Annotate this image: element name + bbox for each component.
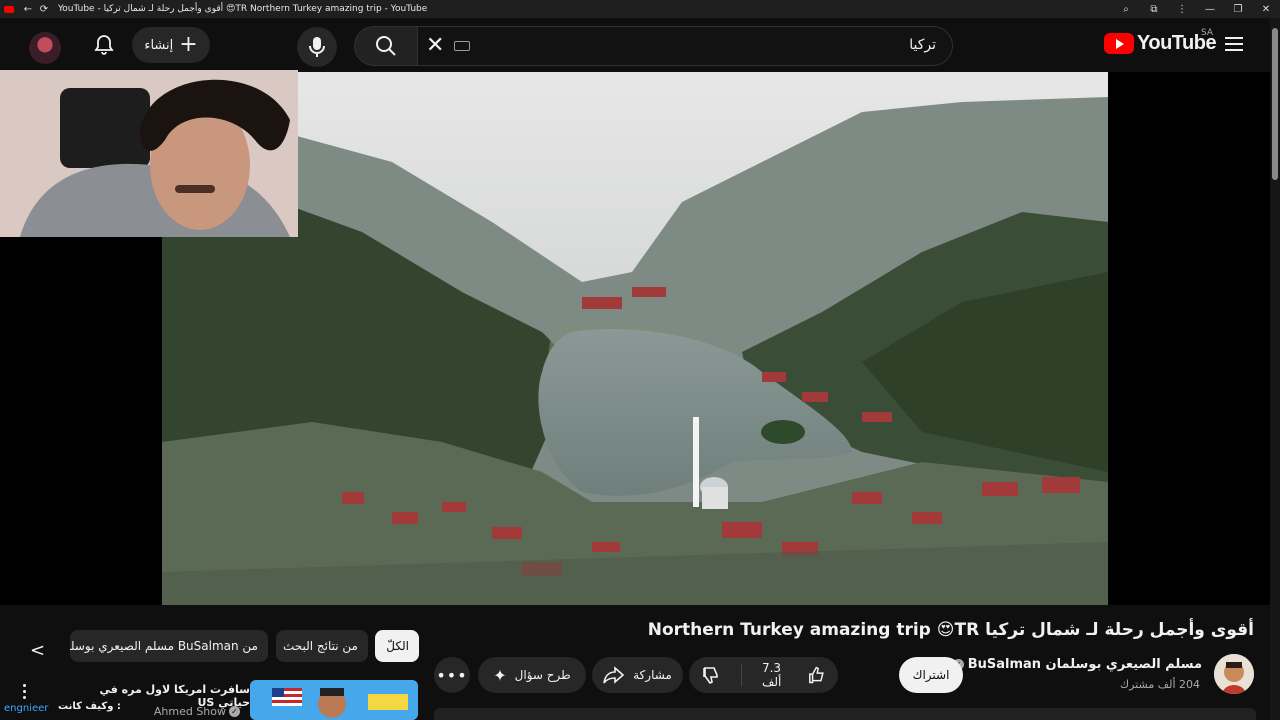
- video-title: أقوى وأجمل رحلة لـ شمال تركيا Northern T…: [647, 620, 1254, 640]
- like-button[interactable]: 7.3 ألف: [750, 657, 838, 693]
- account-avatar[interactable]: [29, 32, 61, 64]
- plus-icon: +: [179, 32, 198, 57]
- thumbs-up-icon: [809, 666, 825, 684]
- like-dislike-bar: 7.3 ألف: [689, 657, 838, 693]
- voice-search-button[interactable]: [297, 27, 337, 67]
- subscribe-button[interactable]: اشتراك: [899, 657, 963, 693]
- chip-from-channel[interactable]: من BuSalman مسلم الصيعري بوسلمان: [70, 630, 268, 662]
- share-arrow-icon: [603, 666, 625, 684]
- chip-all[interactable]: الكلّ: [375, 630, 419, 662]
- kebab-menu-icon[interactable]: ⋮: [1168, 4, 1196, 15]
- recommendation-menu-icon[interactable]: [18, 684, 30, 702]
- extensions-icon[interactable]: ⧉: [1140, 4, 1168, 15]
- dislike-button[interactable]: [689, 657, 733, 693]
- recommendation-title-line2: وكيف كانت :: [58, 701, 121, 712]
- channel-name-text: مسلم الصيعري بوسلمان BuSalman: [967, 657, 1202, 672]
- ask-button[interactable]: ✦ طرح سؤال: [478, 657, 586, 693]
- search-query-text: تركيا: [909, 37, 936, 53]
- create-button[interactable]: إنشاء +: [132, 27, 210, 63]
- window-title: YouTube - أقوى وأجمل رحلة لـ شمال تركيا …: [58, 4, 428, 14]
- webcam-overlay: [0, 70, 298, 237]
- region-code: SA: [1201, 28, 1214, 38]
- youtube-play-icon: [1104, 33, 1134, 54]
- chip-from-search[interactable]: من نتائج البحث: [276, 630, 368, 662]
- more-actions-button[interactable]: •••: [434, 657, 470, 693]
- youtube-logo[interactable]: YouTube: [1104, 32, 1217, 55]
- thumbs-down-icon: [703, 667, 718, 685]
- clear-search-icon[interactable]: ✕: [426, 33, 444, 58]
- masthead: إنشاء + ✕ تركيا YouTube SA: [0, 18, 1270, 72]
- create-label: إنشاء: [144, 37, 174, 53]
- reload-icon[interactable]: ⟳: [36, 4, 52, 15]
- minimize-button[interactable]: —: [1196, 4, 1224, 15]
- scrollbar-thumb[interactable]: [1272, 28, 1278, 180]
- search-button[interactable]: [354, 26, 418, 66]
- verified-check-icon: ✓: [229, 706, 240, 717]
- video-frame: [162, 72, 1108, 605]
- youtube-favicon-icon: [4, 5, 14, 13]
- back-arrow-icon[interactable]: ←: [20, 4, 36, 15]
- guide-menu-icon[interactable]: [1225, 37, 1243, 51]
- microphone-icon: [309, 37, 325, 57]
- recommendation-thumbnail[interactable]: [250, 680, 418, 720]
- search-icon: [376, 36, 396, 56]
- recommendation-channel-name: Ahmed Show: [153, 705, 226, 718]
- maximize-button[interactable]: ❐: [1224, 4, 1252, 15]
- keyboard-icon[interactable]: [454, 41, 470, 51]
- ask-label: طرح سؤال: [514, 668, 571, 682]
- recommendation-channel[interactable]: Ahmed Show ✓: [154, 705, 240, 718]
- browser-titlebar: ← ⟳ YouTube - أقوى وأجمل رحلة لـ شمال تر…: [0, 0, 1280, 18]
- like-count: 7.3 ألف: [761, 661, 782, 689]
- search-input[interactable]: ✕ تركيا: [417, 26, 953, 66]
- overlay-username: engnieer: [4, 703, 49, 714]
- description-box[interactable]: [434, 708, 1256, 720]
- notifications-bell-icon[interactable]: [92, 33, 116, 57]
- close-window-button[interactable]: ✕: [1252, 4, 1280, 15]
- channel-avatar[interactable]: [1214, 654, 1254, 694]
- page-scrollbar[interactable]: [1270, 18, 1280, 720]
- like-separator: [741, 664, 742, 686]
- sparkle-icon: ✦: [493, 665, 507, 685]
- share-label: مشاركة: [633, 668, 672, 682]
- zoom-icon[interactable]: ⌕: [1112, 4, 1140, 15]
- chevron-left-icon[interactable]: <: [30, 640, 45, 661]
- subscriber-count: 204 ألف مشترك: [1120, 678, 1200, 691]
- share-button[interactable]: مشاركة: [592, 657, 683, 693]
- channel-name[interactable]: مسلم الصيعري بوسلمان BuSalman ✓: [952, 657, 1202, 672]
